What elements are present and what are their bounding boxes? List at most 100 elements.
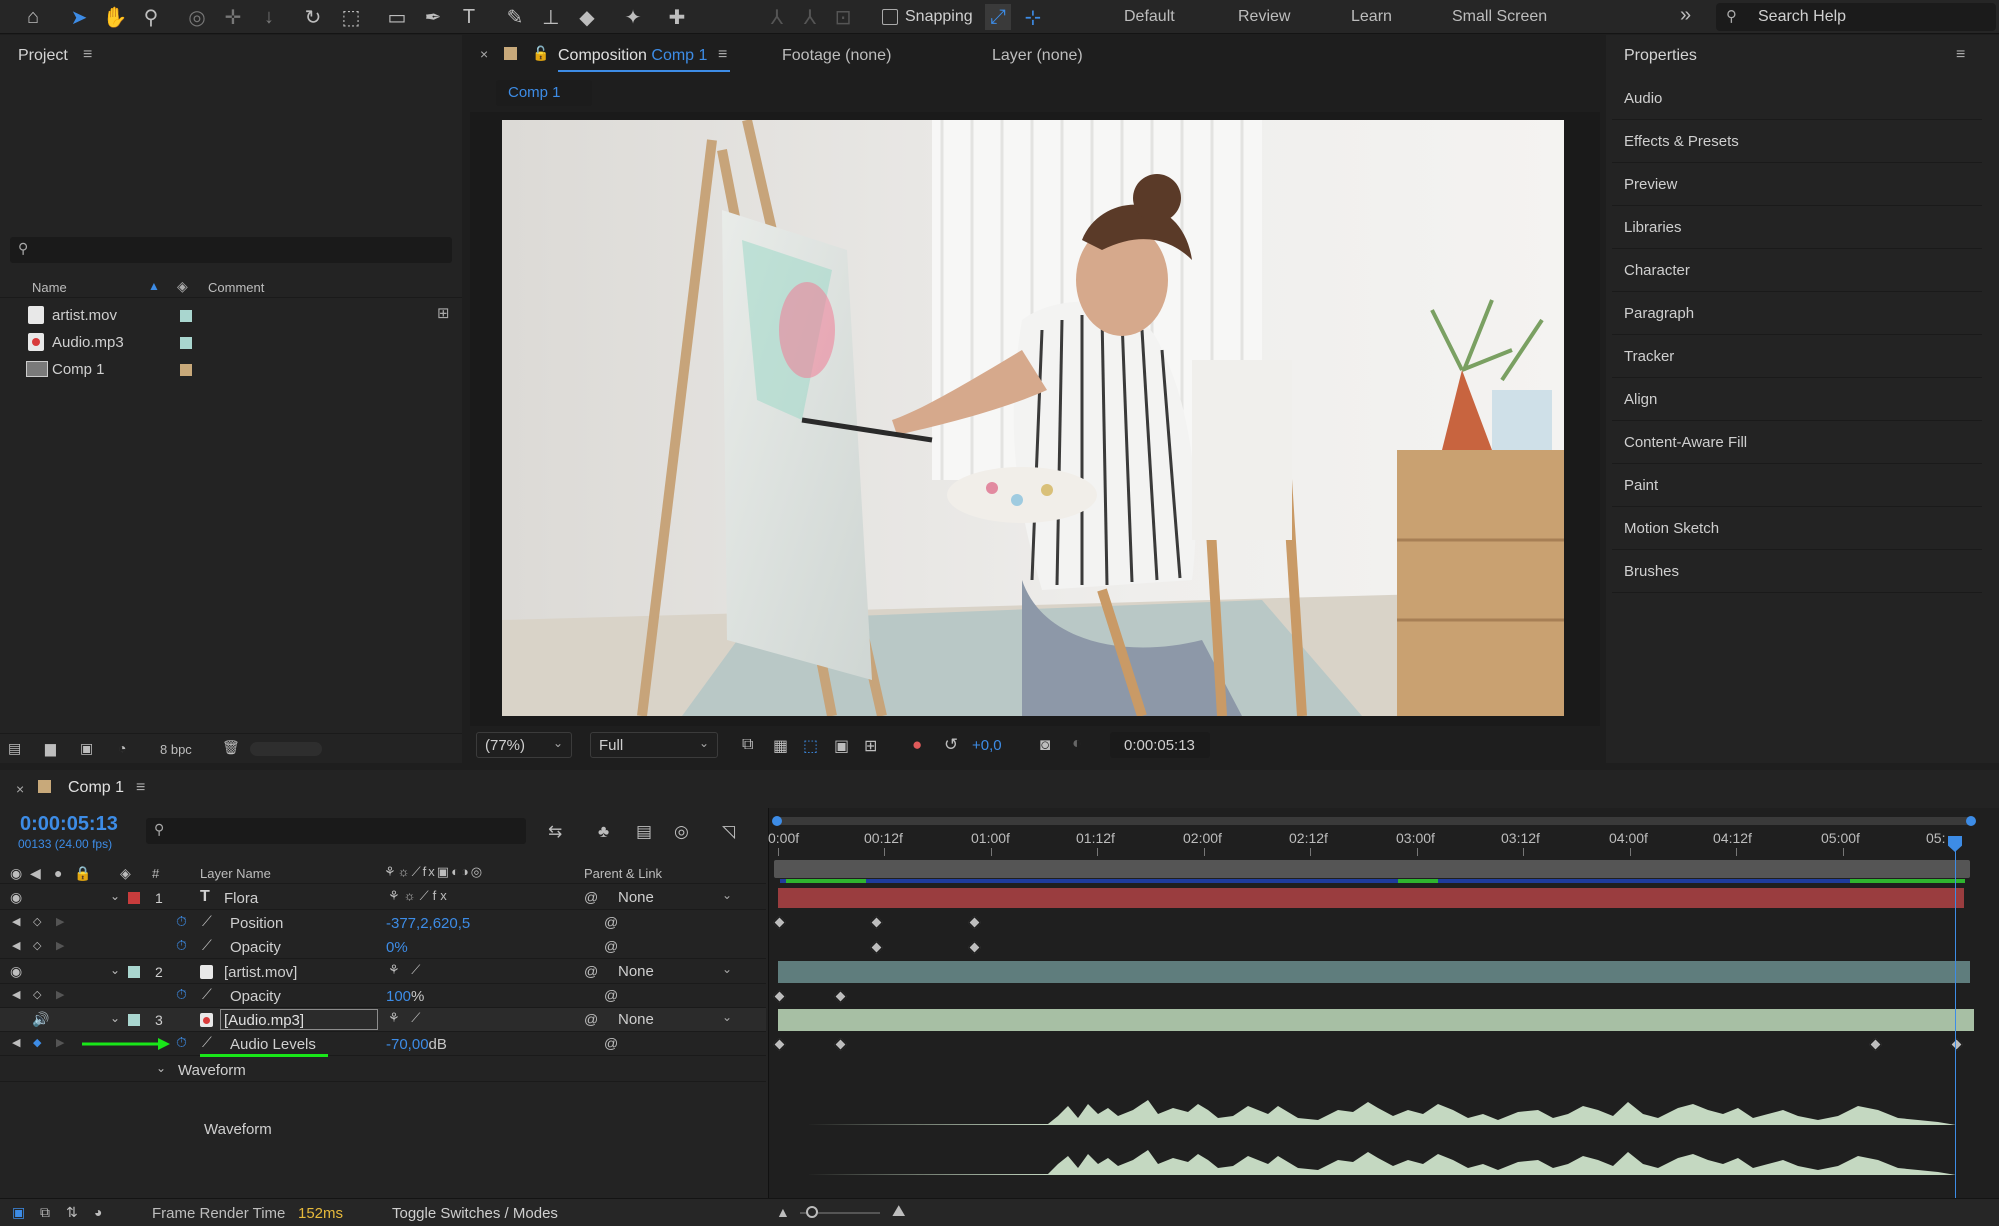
zoom-in-icon[interactable]: ⛰ — [892, 1203, 905, 1221]
workspace-default[interactable]: Default — [1124, 8, 1175, 26]
project-menu-icon[interactable]: ≡ — [83, 46, 92, 64]
waveform-group-row[interactable]: ⌄ Waveform — [0, 1058, 766, 1082]
hand-tool-icon[interactable]: ✋ — [102, 4, 128, 30]
panel-item-content-aware-fill[interactable]: Content-Aware Fill — [1612, 422, 1982, 464]
frame-blending-icon[interactable]: ▤ — [636, 822, 652, 842]
panel-item-libraries[interactable]: Libraries — [1612, 207, 1982, 249]
graph-icon[interactable]: ⟋ — [202, 1034, 212, 1051]
lock-icon[interactable]: 🔒 — [74, 865, 91, 882]
graph-icon[interactable]: ⟋ — [202, 986, 212, 1003]
snap-features-icon[interactable]: ⊹ — [1020, 4, 1046, 30]
pick-whip-icon[interactable]: @ — [584, 1011, 598, 1027]
parent-dropdown[interactable]: None ⌄ — [610, 959, 740, 983]
property-value[interactable]: 0% — [386, 939, 408, 956]
comment-column-header[interactable]: Comment — [208, 280, 264, 295]
close-tab-icon[interactable]: × — [480, 46, 488, 62]
pick-whip-icon[interactable]: @ — [584, 889, 598, 905]
resolution-dropdown[interactable]: Full ⌄ — [590, 732, 718, 758]
artist-layer-bar[interactable] — [778, 961, 1970, 983]
label-color-swatch[interactable] — [180, 310, 192, 322]
show-snapshot-icon[interactable]: ◐ — [1072, 735, 1082, 753]
solo-icon[interactable]: ● — [54, 865, 62, 881]
roto-brush-icon[interactable]: ✦ — [620, 4, 646, 30]
panel-item-character[interactable]: Character — [1612, 250, 1982, 292]
layer-switches-toggle-icon[interactable]: ▣ — [12, 1204, 25, 1221]
speaker-icon[interactable]: 🔊 — [32, 1011, 49, 1028]
graph-icon[interactable]: ⟋ — [202, 937, 212, 954]
exposure-value[interactable]: +0,0 — [972, 737, 1002, 754]
composition-tab[interactable]: Composition Comp 1 — [558, 47, 707, 65]
close-tab-icon[interactable]: × — [16, 781, 24, 797]
interpret-footage-icon[interactable]: ▤ — [8, 740, 21, 757]
pick-whip-icon[interactable]: @ — [604, 914, 618, 930]
pen-tool-icon[interactable]: ✒ — [420, 4, 446, 30]
next-keyframe-icon[interactable]: ▶ — [56, 1036, 64, 1049]
next-keyframe-icon[interactable]: ▶ — [56, 939, 64, 952]
new-folder-icon[interactable]: ▆ — [45, 740, 56, 757]
graph-icon[interactable]: ⟋ — [202, 913, 212, 930]
stopwatch-icon[interactable]: ⏱ — [176, 937, 187, 954]
grid-guides-icon[interactable]: ⊞ — [864, 736, 877, 756]
puppet-pin-icon[interactable]: ✚ — [664, 4, 690, 30]
pick-whip-icon[interactable]: @ — [584, 963, 598, 979]
flora-layer-bar[interactable] — [778, 888, 1964, 908]
expand-chevron-icon[interactable]: ⌄ — [156, 1061, 166, 1075]
magnification-dropdown[interactable]: (77%) ⌄ — [476, 732, 572, 758]
layer-name[interactable]: [artist.mov] — [224, 964, 297, 981]
sort-ascending-icon[interactable]: ▲ — [148, 279, 160, 293]
zoom-out-icon[interactable]: ▲ — [776, 1204, 790, 1220]
parent-dropdown[interactable]: None ⌄ — [610, 1007, 740, 1031]
pick-whip-icon[interactable]: @ — [604, 987, 618, 1003]
layer-name[interactable]: Flora — [224, 890, 258, 907]
panel-item-motion-sketch[interactable]: Motion Sketch — [1612, 508, 1982, 550]
layer-tab[interactable]: Layer (none) — [992, 47, 1083, 65]
axis-world-icon[interactable]: ⅄ — [797, 4, 823, 30]
more-workspaces-icon[interactable]: » — [1680, 4, 1691, 27]
navigator-start-handle[interactable] — [772, 816, 782, 826]
navigator-end-handle[interactable] — [1966, 816, 1976, 826]
collapse-chevron-icon[interactable]: ⌄ — [110, 1011, 120, 1025]
toggle-switches-modes-button[interactable]: Toggle Switches / Modes — [392, 1205, 558, 1222]
panel-item-audio[interactable]: Audio — [1612, 78, 1982, 120]
panel-item-preview[interactable]: Preview — [1612, 164, 1982, 206]
orbit-camera-icon[interactable]: ◎ — [184, 4, 210, 30]
pan-camera-icon[interactable]: ✛ — [220, 4, 246, 30]
comp-navigator-chip[interactable]: Comp 1 — [496, 80, 592, 106]
next-keyframe-icon[interactable]: ▶ — [56, 988, 64, 1001]
timeline-tab-name[interactable]: Comp 1 — [68, 779, 124, 797]
time-navigator[interactable] — [772, 816, 1976, 826]
project-item-comp[interactable]: Comp 1 — [0, 356, 440, 382]
project-search-input[interactable]: ⚲ — [10, 237, 452, 263]
type-tool-icon[interactable]: T — [456, 4, 482, 30]
panel-item-brushes[interactable]: Brushes — [1612, 551, 1982, 593]
add-keyframe-icon[interactable]: ◇ — [33, 915, 41, 928]
axis-view-icon[interactable]: ⊡ — [830, 4, 856, 30]
transparency-grid-icon[interactable]: ▦ — [773, 736, 788, 756]
home-icon[interactable]: ⌂ — [20, 4, 46, 30]
composition-menu-icon[interactable]: ≡ — [718, 46, 727, 64]
brush-tool-icon[interactable]: ✎ — [502, 4, 528, 30]
axis-local-icon[interactable]: ⅄ — [764, 4, 790, 30]
comp-mini-flowchart-icon[interactable]: ⇆ — [548, 822, 562, 842]
layer-switches[interactable]: ⚘☼⟋fx — [388, 888, 451, 904]
workspace-review[interactable]: Review — [1238, 8, 1290, 26]
mask-visibility-icon[interactable]: ⬚ — [803, 736, 818, 756]
stopwatch-icon[interactable]: ⏱ — [176, 986, 187, 1003]
layer-switches[interactable]: ⚘ ⟋ — [388, 1010, 424, 1026]
label-color-swatch[interactable] — [180, 337, 192, 349]
audio-layer-bar[interactable] — [778, 1009, 1974, 1031]
search-help-field[interactable]: ⚲ Search Help — [1716, 3, 1996, 31]
region-of-interest-icon[interactable]: ▣ — [834, 736, 849, 756]
thumbnail-slider[interactable] — [250, 742, 322, 756]
motion-blur-icon[interactable]: ◎ — [674, 822, 689, 842]
clone-stamp-icon[interactable]: ⊥ — [538, 4, 564, 30]
pan-behind-icon[interactable]: ⬚ — [338, 4, 364, 30]
current-time-indicator[interactable] — [1955, 836, 1956, 1198]
dolly-camera-icon[interactable]: ↓ — [256, 4, 282, 30]
transfer-controls-icon[interactable]: ⧉ — [40, 1204, 50, 1221]
next-keyframe-icon[interactable]: ▶ — [56, 915, 64, 928]
layer-name[interactable]: [Audio.mp3] — [224, 1012, 304, 1029]
label-color-swatch[interactable] — [180, 364, 192, 376]
audio-speaker-icon[interactable]: ◀ — [30, 865, 41, 882]
parent-dropdown[interactable]: None ⌄ — [610, 885, 740, 909]
